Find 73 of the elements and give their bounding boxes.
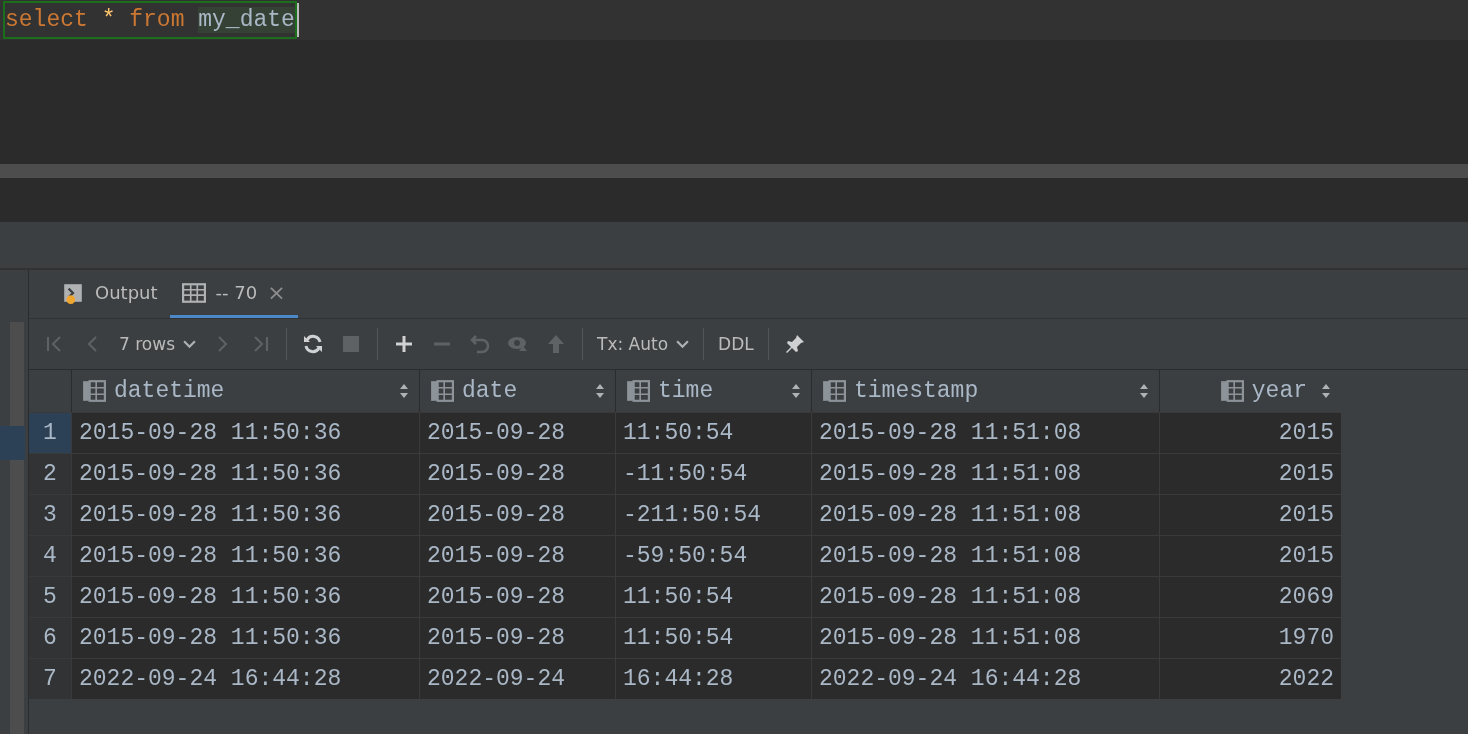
sort-icon[interactable] [1139, 383, 1149, 399]
table-cell: 2015-09-28 11:50:36 [71, 577, 419, 617]
table-cell: 2015-09-28 [419, 413, 615, 453]
table-cell: 11:50:54 [615, 577, 811, 617]
table-cell: 2015-09-28 11:51:08 [811, 577, 1159, 617]
table-cell: 2015 [1159, 413, 1341, 453]
table-cell: 2015 [1159, 495, 1341, 535]
table-cell: -211:50:54 [615, 495, 811, 535]
column-icon [626, 380, 650, 402]
row-marker [0, 426, 25, 460]
row-number[interactable]: 4 [29, 536, 71, 576]
table-cell: 11:50:54 [615, 618, 811, 658]
caret-icon [676, 339, 690, 349]
console-icon [61, 281, 85, 304]
column-icon [822, 380, 846, 402]
tab[interactable]: Output [49, 270, 170, 318]
rows-dropdown[interactable]: 7 rows [119, 334, 196, 354]
table-cell: 16:44:28 [615, 659, 811, 699]
close-icon[interactable]: × [267, 280, 286, 305]
table-cell: 2015-09-28 11:50:36 [71, 454, 419, 494]
table-cell: 2015-09-28 [419, 495, 615, 535]
row-number[interactable]: 5 [29, 577, 71, 617]
column-header[interactable]: timestamp [811, 370, 1159, 412]
table-cell: 2015-09-28 11:51:08 [811, 536, 1159, 576]
table-cell: 2069 [1159, 577, 1341, 617]
table-cell: 2015-09-28 [419, 577, 615, 617]
column-header[interactable]: datetime [71, 370, 419, 412]
ddl-button[interactable]: DDL [718, 334, 754, 354]
column-icon [82, 380, 106, 402]
column-header[interactable]: year [1159, 370, 1341, 412]
table-cell: 2015-09-28 11:51:08 [811, 618, 1159, 658]
table-icon [181, 281, 206, 304]
caret-icon [183, 339, 196, 349]
table-cell: 2015-09-28 11:50:36 [71, 413, 419, 453]
table-cell: -59:50:54 [615, 536, 811, 576]
column-icon [430, 380, 454, 402]
column-header[interactable]: date [419, 370, 615, 412]
vertical-scrollbar[interactable] [10, 322, 24, 734]
row-number[interactable]: 3 [29, 495, 71, 535]
table-cell: 2022-09-24 [419, 659, 615, 699]
table-cell: 2015-09-28 [419, 454, 615, 494]
table-cell: 2015-09-28 [419, 536, 615, 576]
transaction-dropdown[interactable]: Tx: Auto [597, 334, 690, 354]
sort-icon[interactable] [791, 383, 801, 399]
table-cell: 2015-09-28 11:51:08 [811, 495, 1159, 535]
column-icon [1219, 380, 1244, 402]
table-cell: 2022 [1159, 659, 1341, 699]
horizontal-scrollbar[interactable] [0, 164, 1468, 178]
row-number[interactable]: 1 [29, 413, 71, 453]
sort-icon[interactable] [399, 383, 409, 399]
table-cell: 2015-09-28 11:50:36 [71, 618, 419, 658]
table-cell: -11:50:54 [615, 454, 811, 494]
text-caret [296, 3, 299, 37]
table-cell: 1970 [1159, 618, 1341, 658]
row-number[interactable]: 6 [29, 618, 71, 658]
tab[interactable]: -- 70 × [169, 270, 298, 318]
row-number[interactable]: 7 [29, 659, 71, 699]
sort-icon[interactable] [1321, 383, 1331, 399]
table-cell: 2015-09-28 11:50:36 [71, 536, 419, 576]
refresh-icon[interactable] [301, 332, 325, 356]
table-cell: 2015-09-28 11:51:08 [811, 413, 1159, 453]
table-cell: 2015 [1159, 454, 1341, 494]
sort-icon[interactable] [595, 383, 605, 399]
table-cell: 2015 [1159, 536, 1341, 576]
query-text[interactable]: select * from my_date [3, 1, 297, 39]
row-number[interactable]: 2 [29, 454, 71, 494]
table-cell: 2015-09-28 [419, 618, 615, 658]
table-cell: 2015-09-28 11:50:36 [71, 495, 419, 535]
table-cell: 11:50:54 [615, 413, 811, 453]
table-cell: 2022-09-24 16:44:28 [811, 659, 1159, 699]
table-cell: 2022-09-24 16:44:28 [71, 659, 419, 699]
column-header[interactable]: time [615, 370, 811, 412]
table-cell: 2015-09-28 11:51:08 [811, 454, 1159, 494]
